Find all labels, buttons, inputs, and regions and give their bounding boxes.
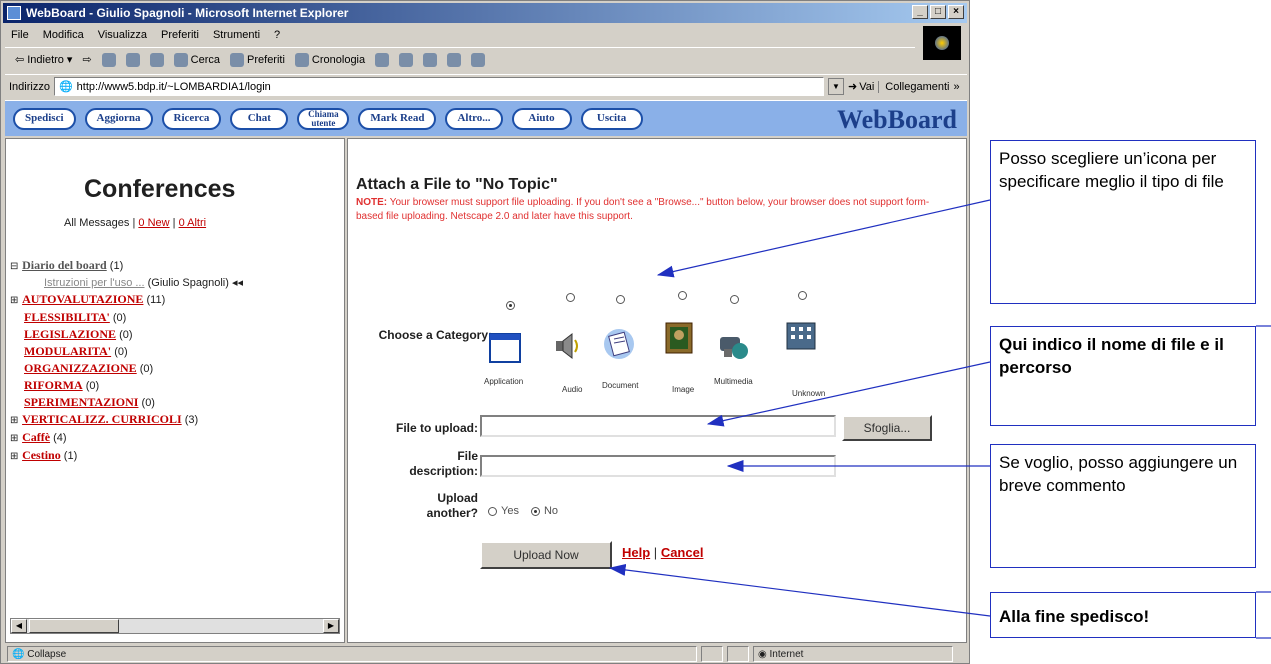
callout-arrows [608,199,1271,639]
arrow-to-file-input [706,361,991,427]
arrow-to-icons [656,199,991,278]
arrow-to-upload [608,564,991,617]
